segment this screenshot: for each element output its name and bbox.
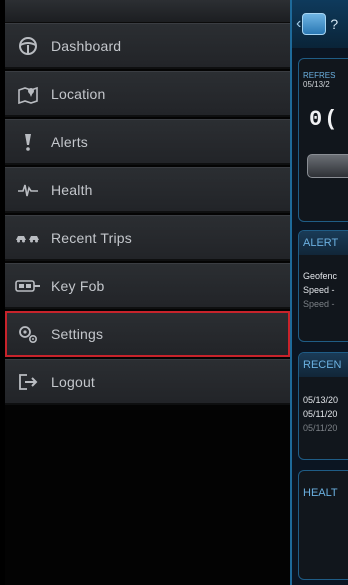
trip-line: 05/11/20 <box>303 409 338 419</box>
menu-item-key-fob[interactable]: Key Fob <box>5 263 290 309</box>
recent-card-title: RECEN <box>299 353 348 377</box>
drawer-top-bar <box>5 0 290 23</box>
menu-item-label: Recent Trips <box>51 229 132 246</box>
logout-icon <box>15 372 41 392</box>
trip-line: 05/13/20 <box>303 395 339 405</box>
back-chevron-icon[interactable]: ‹ <box>296 15 301 33</box>
menu-item-settings[interactable]: Settings <box>5 311 290 357</box>
menu-item-alerts[interactable]: Alerts <box>5 119 290 165</box>
odometer-readout: 0( <box>309 107 340 132</box>
menu-item-label: Health <box>51 181 93 198</box>
gears-icon <box>15 324 41 344</box>
menu-item-label: Settings <box>51 325 104 342</box>
app-logo-icon[interactable] <box>302 13 327 35</box>
refresh-label: REFRES <box>303 71 336 80</box>
key-fob-icon <box>15 276 41 296</box>
alert-line: Geofenc <box>303 271 338 281</box>
main-app-panel: ‹ ? REFRES 05/13/2 0( ALERT Geofenc Spee… <box>290 0 348 585</box>
map-pin-icon <box>15 84 41 104</box>
menu-item-label: Location <box>51 85 106 102</box>
app-title: ? <box>330 16 339 32</box>
navigation-drawer: Dashboard Location Alerts Health Recent … <box>5 0 290 585</box>
menu-item-label: Alerts <box>51 133 88 150</box>
menu-item-dashboard[interactable]: Dashboard <box>5 23 290 69</box>
exclamation-icon <box>15 132 41 152</box>
alert-line: Speed - <box>303 285 335 295</box>
alerts-card[interactable]: ALERT Geofenc Speed - Speed - <box>298 230 348 342</box>
car-trips-icon <box>15 228 41 248</box>
trip-line: 05/11/20 <box>303 423 338 433</box>
menu-item-label: Logout <box>51 373 96 390</box>
refresh-card: REFRES 05/13/2 0( <box>298 58 348 222</box>
menu-item-location[interactable]: Location <box>5 71 290 117</box>
app-header: ‹ ? <box>292 0 348 48</box>
alert-line: Speed - <box>303 299 335 309</box>
drawer-empty-area <box>5 410 290 585</box>
refresh-toggle[interactable] <box>307 154 348 178</box>
heartbeat-icon <box>15 180 41 200</box>
menu-item-logout[interactable]: Logout <box>5 359 290 405</box>
menu-item-recent-trips[interactable]: Recent Trips <box>5 215 290 261</box>
alerts-card-title: ALERT <box>299 231 348 255</box>
recent-trips-card[interactable]: RECEN 05/13/20 05/11/20 05/11/20 <box>298 352 348 460</box>
app-screen: ‹ ? REFRES 05/13/2 0( ALERT Geofenc Spee… <box>0 0 348 585</box>
refresh-date: 05/13/2 <box>303 80 330 89</box>
menu-item-health[interactable]: Health <box>5 167 290 213</box>
steering-wheel-icon <box>15 36 41 56</box>
health-card[interactable]: HEALT <box>298 470 348 580</box>
menu-item-label: Key Fob <box>51 277 105 294</box>
health-card-title: HEALT <box>303 487 338 499</box>
menu-item-label: Dashboard <box>51 37 122 54</box>
